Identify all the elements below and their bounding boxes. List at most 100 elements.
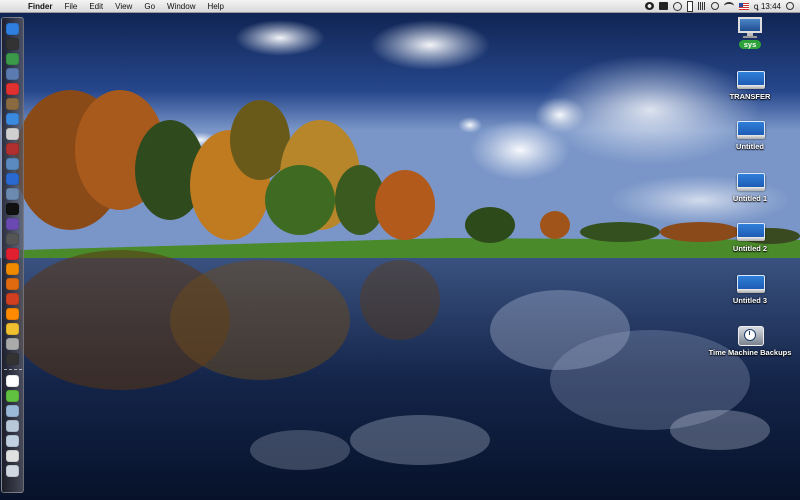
desktop-icon-untitled-volume[interactable]: Untitled [700,118,800,151]
calculator-icon [6,352,19,365]
dock-item-ical[interactable] [5,82,20,95]
battery-icon[interactable] [686,0,693,12]
xcode-icon [6,187,19,200]
adium-icon [6,247,19,260]
time-machine-icon[interactable] [672,1,682,11]
menu-edit[interactable]: Edit [83,2,109,11]
document-icon [6,374,19,387]
desktop-icon-untitled-3-volume[interactable]: Untitled 3 [700,272,800,305]
dock-item-growl[interactable] [5,322,20,335]
dock-item-printer[interactable] [5,337,20,350]
trash-icon [6,464,19,477]
monitor-icon [736,16,764,38]
vlc-icon [6,262,19,275]
desktop-icon-sys-volume[interactable]: sys [700,16,800,49]
desktop-icon-label: Untitled 1 [732,194,768,203]
mail-app-icon [6,127,19,140]
folder-downloads-icon [6,404,19,417]
hard-drive-icon [736,220,765,242]
spotlight-icon[interactable] [786,2,794,10]
desktop-wallpaper [0,0,800,500]
dock-item-mail[interactable] [5,67,20,80]
menu-help[interactable]: Help [201,2,229,11]
folder-docs-icon [6,419,19,432]
dock-item-app-store[interactable] [5,172,20,185]
dock-item-safari[interactable] [5,112,20,125]
dock-item-document[interactable] [5,374,20,387]
dock-item-address-book[interactable] [5,97,20,110]
dock-separator [3,369,22,370]
bluetooth-icon[interactable] [710,2,719,10]
dock-item-finder[interactable] [5,22,20,35]
desktop-icon-time-machine-backups[interactable]: Time Machine Backups [700,324,800,357]
dock-item-folder-docs[interactable] [5,419,20,432]
folder-apps-icon [6,434,19,447]
dock-item-stickies[interactable] [5,389,20,402]
dock-item-transmission[interactable] [5,292,20,305]
globe-icon [6,52,19,65]
dock-item-vlc[interactable] [5,262,20,275]
dashboard-icon [6,37,19,50]
dock-item-people[interactable] [5,142,20,155]
itunes-icon [6,217,19,230]
finder-window-icon [6,449,19,462]
menu-view[interactable]: View [109,2,138,11]
menu-extras: ꝗ 13:44 [644,0,800,12]
desktop-icon-label: TRANSFER [729,92,771,101]
us-flag-icon[interactable] [738,2,749,10]
dvd-player-icon [6,232,19,245]
volume-icon[interactable] [697,2,706,10]
dock-item-dvd-player[interactable] [5,232,20,245]
desktop-icon-untitled-1-volume[interactable]: Untitled 1 [700,170,800,203]
iphoto-icon [6,157,19,170]
desktop-icon-label: Untitled [736,142,764,151]
dock-item-dashboard[interactable] [5,37,20,50]
menu-finder[interactable]: Finder [22,2,58,11]
dock-item-iphoto[interactable] [5,157,20,170]
dock-item-firefox[interactable] [5,277,20,290]
menu-go[interactable]: Go [138,2,161,11]
hard-drive-icon [736,272,765,294]
desktop-icon-label: Time Machine Backups [708,348,792,357]
growl-icon [6,322,19,335]
people-icon [6,142,19,155]
dock-item-globe[interactable] [5,52,20,65]
dock-item-itunes[interactable] [5,217,20,230]
time-machine-icon [737,324,764,346]
wallpaper-image [0,0,800,500]
wifi-icon[interactable] [723,2,734,10]
desktop-icon-label: Untitled 2 [732,244,768,253]
hard-drive-icon [736,68,765,90]
gear-icon[interactable] [644,2,654,10]
printer-icon [6,337,19,350]
safari-icon [6,112,19,125]
stickies-icon [6,389,19,402]
dock-item-trash[interactable] [5,464,20,477]
finder-icon [6,22,19,35]
hard-drive-icon [736,118,765,140]
menu-window[interactable]: Window [161,2,201,11]
vlc-cone-icon [6,307,19,320]
transmission-icon [6,292,19,305]
dock-item-finder-window[interactable] [5,449,20,462]
dock-item-calculator[interactable] [5,352,20,365]
terminal-icon [6,202,19,215]
dock-item-folder-apps[interactable] [5,434,20,447]
ical-icon [6,82,19,95]
dock-item-xcode[interactable] [5,187,20,200]
menu-clock[interactable]: ꝗ 13:44 [754,2,781,11]
desktop-icon-transfer-volume[interactable]: TRANSFER [700,68,800,101]
menu-file[interactable]: File [58,2,83,11]
dock-item-terminal[interactable] [5,202,20,215]
mail-icon [6,67,19,80]
desktop-icon-label: sys [738,40,762,49]
menu-bar: Finder File Edit View Go Window Help ꝗ 1… [0,0,800,13]
dock-item-folder-downloads[interactable] [5,404,20,417]
app-store-icon [6,172,19,185]
dock-item-mail-app[interactable] [5,127,20,140]
address-book-icon [6,97,19,110]
desktop-icon-untitled-2-volume[interactable]: Untitled 2 [700,220,800,253]
dock-item-adium[interactable] [5,247,20,260]
dock-item-vlc-cone[interactable] [5,307,20,320]
tool-icon[interactable] [658,2,668,10]
